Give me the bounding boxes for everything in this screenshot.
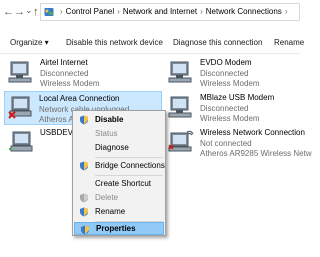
- breadcrumb-separator: ›: [200, 7, 203, 16]
- recent-dropdown-button[interactable]: ⌄: [25, 4, 33, 16]
- breadcrumb-control-panel[interactable]: Control Panel: [66, 7, 114, 16]
- connection-airtel-internet[interactable]: Airtel Internet Disconnected Wireless Mo…: [6, 56, 156, 90]
- disable-device-button[interactable]: Disable this network device: [66, 38, 163, 47]
- ethernet-disconnected-icon: [8, 96, 32, 119]
- wireless-icon: [168, 130, 194, 152]
- rename-button[interactable]: Rename: [274, 38, 304, 47]
- breadcrumb-separator: ›: [60, 7, 63, 16]
- up-button[interactable]: ↑: [33, 6, 39, 18]
- breadcrumb-network-internet[interactable]: Network and Internet: [123, 7, 197, 16]
- control-panel-icon: [44, 8, 54, 16]
- menu-item-label: Bridge Connections: [95, 161, 165, 170]
- organize-button[interactable]: Organize ▾: [10, 38, 49, 47]
- menu-separator: [95, 157, 163, 158]
- address-bar: ← → ⌄ ↑ › Control Panel › Network and Inter…: [0, 0, 300, 24]
- menu-item-disable[interactable]: Disable: [73, 113, 165, 127]
- menu-item-bridge-connections[interactable]: Bridge Connections: [73, 159, 165, 173]
- connection-name: EVDO Modem: [200, 58, 252, 67]
- connection-name: Local Area Connection: [39, 94, 120, 103]
- connection-status: Disconnected: [200, 103, 249, 113]
- connection-device: Wireless Modem: [40, 79, 100, 88]
- menu-item-label: Properties: [96, 224, 136, 233]
- shield-icon: [80, 207, 88, 217]
- connection-name: Wireless Network Connection: [200, 128, 305, 137]
- menu-item-status[interactable]: Status: [73, 127, 165, 141]
- shield-icon: [80, 115, 88, 125]
- breadcrumb-separator: ›: [117, 7, 120, 16]
- menu-item-rename[interactable]: Rename: [73, 205, 165, 219]
- menu-separator: [95, 175, 163, 176]
- command-bar: Organize ▾ Disable this network device D…: [0, 33, 304, 54]
- connection-device: Atheros AR9285 Wireless Netw: [200, 149, 312, 158]
- connection-mblaze-usb-modem[interactable]: MBlaze USB Modem Disconnected Wireless M…: [166, 91, 298, 125]
- menu-item-label: Diagnose: [95, 143, 129, 152]
- breadcrumb-network-connections[interactable]: Network Connections: [206, 7, 282, 16]
- shield-icon: [80, 193, 88, 203]
- connection-evdo-modem[interactable]: EVDO Modem Disconnected Wireless Modem: [166, 56, 298, 90]
- menu-item-label: Rename: [95, 207, 126, 216]
- ethernet-icon: [9, 131, 33, 152]
- shield-icon: [81, 225, 89, 235]
- breadcrumb[interactable]: › Control Panel › Network and Internet › Netw…: [40, 3, 300, 21]
- diagnose-connection-button[interactable]: Diagnose this connection: [173, 38, 262, 47]
- menu-item-label: Status: [95, 129, 118, 138]
- menu-item-diagnose[interactable]: Diagnose: [73, 141, 165, 155]
- connection-name: Airtel Internet: [40, 58, 88, 67]
- modem-icon: [168, 96, 192, 118]
- menu-item-properties[interactable]: Properties: [74, 222, 164, 235]
- menu-item-label: Create Shortcut: [95, 179, 152, 188]
- connection-status: Disconnected: [200, 68, 249, 78]
- forward-button[interactable]: →: [14, 6, 25, 18]
- menu-item-label: Delete: [95, 193, 119, 202]
- connection-status: Not connected: [200, 138, 252, 148]
- shield-icon: [80, 161, 88, 171]
- modem-icon: [8, 61, 32, 83]
- breadcrumb-separator: ›: [284, 7, 288, 16]
- modem-icon: [168, 61, 192, 83]
- context-menu: Disable Status Diagnose Bridge Connectio…: [72, 110, 166, 236]
- connection-wireless-network[interactable]: Wireless Network Connection Not connecte…: [166, 126, 312, 160]
- connection-status: Disconnected: [40, 68, 89, 78]
- menu-item-create-shortcut[interactable]: Create Shortcut: [73, 177, 165, 191]
- connection-device: Wireless Modem: [200, 114, 260, 123]
- connection-name: MBlaze USB Modem: [200, 93, 275, 102]
- menu-item-delete[interactable]: Delete: [73, 191, 165, 205]
- back-button[interactable]: ←: [3, 6, 14, 18]
- connection-device: Wireless Modem: [200, 79, 260, 88]
- menu-item-label: Disable: [95, 115, 124, 124]
